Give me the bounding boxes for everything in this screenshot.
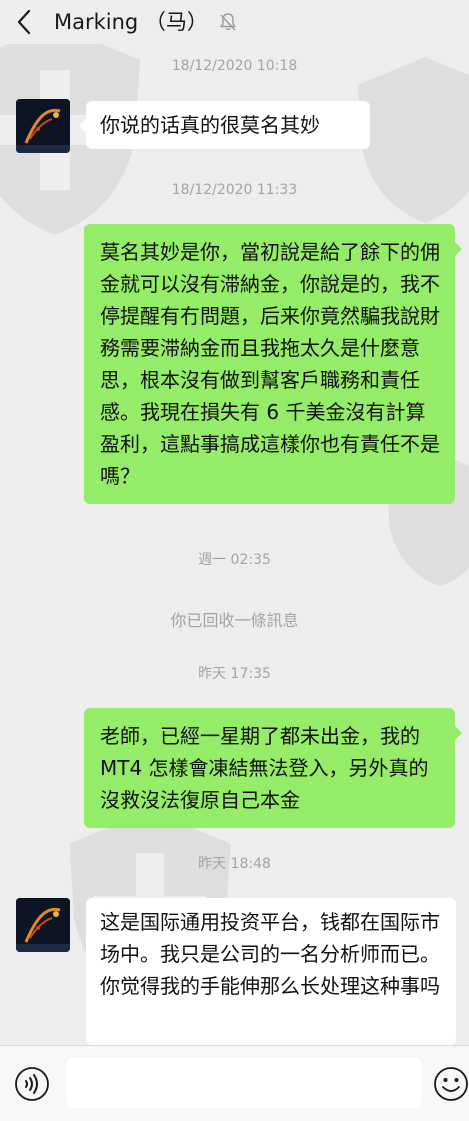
message-timestamp: 18/12/2020 11:33 (171, 182, 298, 198)
message-timestamp: 週一 02:35 (198, 552, 271, 568)
message-timestamp: 18/12/2020 10:18 (171, 58, 298, 74)
voice-icon[interactable] (14, 1066, 50, 1102)
emoji-icon[interactable] (433, 1066, 469, 1102)
incoming-message-bubble[interactable]: 你说的话真的很莫名其妙 (79, 101, 370, 149)
message-input[interactable] (66, 1058, 422, 1108)
outgoing-message-bubble[interactable]: 莫名其妙是你，當初說是給了餘下的佣金就可以沒有滞納金，你說是的，我不停提醒有冇問… (84, 224, 462, 504)
chat-header: Marking （马） (0, 0, 469, 44)
message-input-bar (0, 1045, 469, 1121)
recall-notice: 你已回收一條訊息 (170, 611, 299, 630)
message-timestamp: 昨天 17:35 (198, 666, 271, 682)
avatar-image (16, 99, 70, 153)
message-timestamp: 昨天 18:48 (198, 856, 271, 872)
chevron-left-icon[interactable] (14, 8, 34, 36)
avatar[interactable] (16, 898, 70, 952)
incoming-message-bubble[interactable]: 这是国际通用投资平台，钱都在国际市场中。我只是公司的一名分析师而已。你觉得我的手… (86, 898, 456, 1045)
bell-slash-icon (220, 13, 236, 31)
chat-title: Marking （马） (54, 10, 208, 34)
outgoing-message-bubble[interactable]: 老師，已經一星期了都未出金，我的 MT4 怎樣會凍結無法登入，另外真的沒救沒法復… (84, 708, 462, 828)
avatar-image (16, 898, 70, 952)
avatar[interactable] (16, 99, 70, 153)
